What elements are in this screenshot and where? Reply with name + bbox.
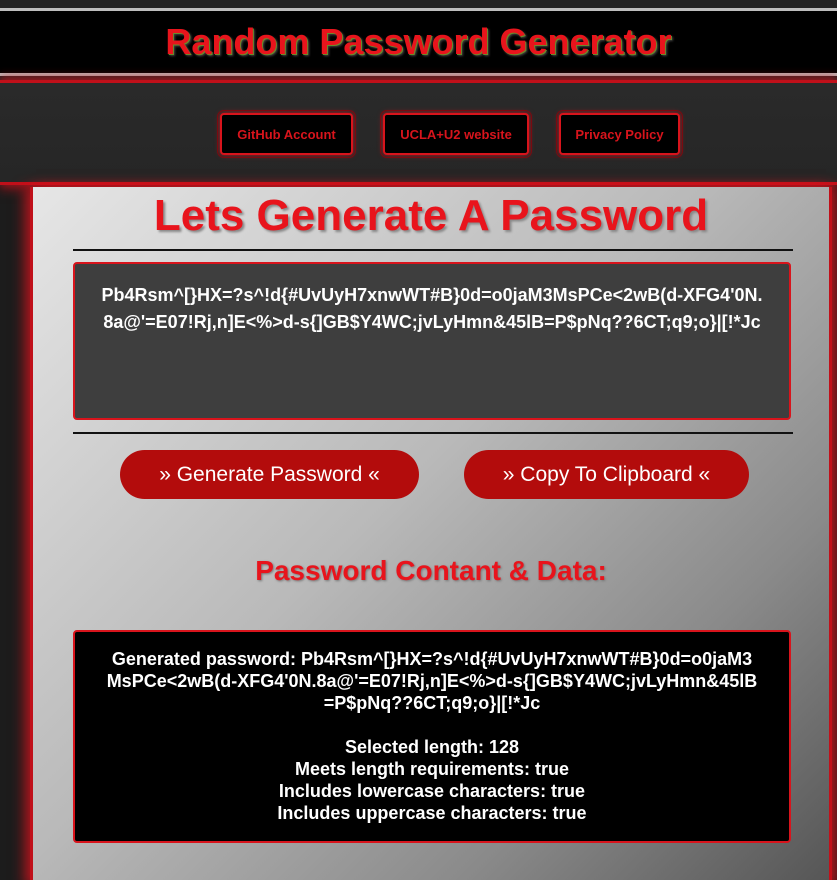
includes-uppercase: Includes uppercase characters: true: [277, 803, 587, 823]
main-panel: Lets Generate A Password Pb4Rsm^[}HX=?s^…: [30, 187, 832, 880]
copy-to-clipboard-button[interactable]: » Copy To Clipboard «: [464, 450, 749, 499]
ucla-u2-website-link[interactable]: UCLA+U2 website: [380, 110, 532, 158]
page-heading: Lets Generate A Password: [153, 191, 709, 240]
password-display[interactable]: Pb4Rsm^[}HX=?s^!d{#UvUyH7xnwWT#B}0d=o0ja…: [73, 262, 791, 420]
selected-length: Selected length: 128: [344, 737, 520, 757]
top-bar: Random Password Generator: [0, 0, 837, 80]
divider-bottom: [73, 432, 793, 434]
generate-password-button[interactable]: » Generate Password «: [120, 450, 419, 499]
nav-bar: GitHub Account UCLA+U2 website Privacy P…: [0, 80, 837, 185]
title-band: Random Password Generator: [0, 8, 837, 76]
password-text: Pb4Rsm^[}HX=?s^!d{#UvUyH7xnwWT#B}0d=o0ja…: [101, 285, 763, 332]
divider-top: [73, 249, 793, 251]
github-account-link[interactable]: GitHub Account: [217, 110, 356, 158]
password-data-panel: Generated password: Pb4Rsm^[}HX=?s^!d{#U…: [73, 630, 791, 843]
data-heading: Password Contant & Data:: [255, 555, 607, 586]
includes-lowercase: Includes lowercase characters: true: [278, 781, 586, 801]
site-title: Random Password Generator: [165, 21, 672, 62]
privacy-policy-link[interactable]: Privacy Policy: [556, 110, 683, 158]
meets-length-requirements: Meets length requirements: true: [294, 759, 570, 779]
generated-password-line: Generated password: Pb4Rsm^[}HX=?s^!d{#U…: [106, 649, 758, 713]
